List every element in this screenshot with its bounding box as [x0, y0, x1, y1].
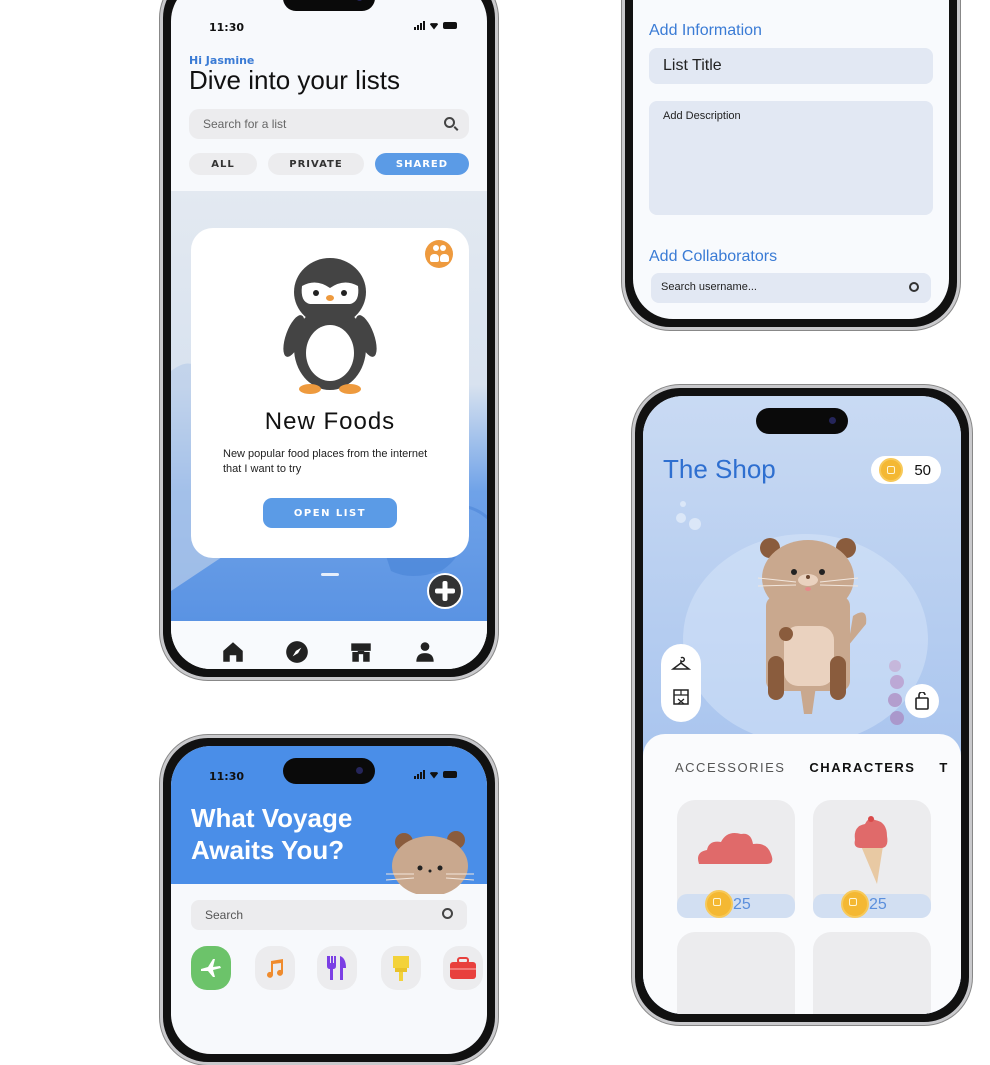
category-art[interactable] — [381, 946, 421, 990]
search-icon[interactable] — [444, 117, 455, 128]
filter-chips: ALL PRIVATE SHARED — [189, 153, 469, 175]
shop-item-cloud[interactable]: 25 — [677, 800, 795, 918]
shop-screen: The Shop 50 ACCESSORIES CHARACTERS T 25 … — [643, 396, 961, 1014]
search-icon[interactable] — [442, 908, 453, 919]
group-icon — [425, 240, 453, 268]
dining-icon — [327, 956, 346, 980]
voyage-title-line1: What Voyage — [191, 803, 353, 833]
list-card[interactable]: New Foods New popular food places from t… — [191, 228, 469, 558]
bottom-nav — [171, 621, 487, 669]
price-tag: 25 — [813, 890, 931, 918]
create-list-screen: Add Information List Title Add Descripti… — [633, 0, 949, 319]
music-icon — [267, 959, 283, 978]
dynamic-island — [756, 408, 848, 434]
signal-icon — [414, 21, 425, 30]
page-indicator — [321, 573, 339, 576]
category-dining[interactable] — [317, 946, 357, 990]
status-bar: 11:30 — [171, 21, 487, 37]
voyage-search-input[interactable]: Search — [191, 900, 467, 930]
signal-icon — [414, 770, 425, 779]
shop-item[interactable] — [813, 932, 931, 1014]
card-description: New popular food places from the interne… — [223, 448, 428, 475]
voyage-title: What Voyage Awaits You? — [191, 802, 352, 866]
otter-head — [386, 831, 475, 894]
otter-mascot — [757, 538, 867, 714]
coin-icon — [841, 890, 869, 918]
username-placeholder: Search username... — [661, 281, 757, 293]
home-icon[interactable] — [220, 639, 246, 665]
coin-icon — [705, 890, 733, 918]
open-list-button[interactable]: OPEN LIST — [263, 498, 397, 528]
shopping-bag-button[interactable] — [905, 684, 939, 718]
shop-item[interactable] — [677, 932, 795, 1014]
coin-icon — [879, 458, 903, 482]
store-icon[interactable] — [348, 639, 374, 665]
phone-create-list: Add Information List Title Add Descripti… — [622, 0, 960, 330]
status-bar: 11:30 — [171, 770, 487, 786]
filter-private[interactable]: PRIVATE — [268, 153, 364, 175]
category-music[interactable] — [255, 946, 295, 990]
wifi-icon — [429, 23, 439, 30]
phone-shop: The Shop 50 ACCESSORIES CHARACTERS T 25 … — [632, 385, 972, 1025]
username-search-input[interactable]: Search username... — [651, 273, 931, 303]
price-tag: 25 — [677, 890, 795, 918]
add-list-button[interactable] — [427, 573, 463, 609]
hanger-icon[interactable] — [671, 656, 691, 672]
airplane-icon — [201, 959, 221, 977]
status-time: 11:30 — [209, 770, 245, 783]
search-icon[interactable] — [909, 282, 919, 292]
lists-screen: 11:30 Hi Jasmine Dive into your lists Se… — [171, 0, 487, 669]
shop-panel: ACCESSORIES CHARACTERS T 25 25 — [643, 734, 961, 1014]
bubbles-decoration — [676, 501, 701, 530]
wifi-icon — [429, 772, 439, 779]
penguin-mascot — [283, 258, 377, 394]
card-title: New Foods — [264, 408, 396, 435]
description-input[interactable]: Add Description — [649, 101, 933, 215]
shop-tabs: ACCESSORIES CHARACTERS T — [675, 760, 949, 775]
add-collaborators-heading: Add Collaborators — [649, 248, 778, 265]
status-time: 11:30 — [209, 21, 245, 34]
compass-icon[interactable] — [284, 639, 310, 665]
filter-shared[interactable]: SHARED — [375, 153, 469, 175]
page-title: Dive into your lists — [189, 65, 400, 95]
coin-balance: 50 — [871, 456, 941, 484]
category-travel[interactable] — [191, 946, 231, 990]
battery-icon — [443, 22, 457, 29]
item-price: 25 — [869, 896, 887, 913]
voyage-screen: 11:30 What Voyage Awaits You? Search — [171, 746, 487, 1054]
filter-all[interactable]: ALL — [189, 153, 257, 175]
category-work[interactable] — [443, 946, 483, 990]
shop-item-ice-cream[interactable]: 25 — [813, 800, 931, 918]
paintbrush-icon — [393, 956, 409, 981]
search-placeholder: Search for a list — [203, 117, 287, 131]
phone-lists: 11:30 Hi Jasmine Dive into your lists Se… — [160, 0, 498, 680]
user-icon[interactable] — [412, 639, 438, 665]
add-information-heading: Add Information — [649, 22, 762, 39]
phone-voyage: 11:30 What Voyage Awaits You? Search — [160, 735, 498, 1065]
tab-characters[interactable]: CHARACTERS — [809, 760, 915, 775]
shopping-bag-icon — [915, 692, 929, 710]
search-placeholder: Search — [205, 908, 244, 922]
tab-third[interactable]: T — [939, 760, 948, 775]
item-price: 25 — [733, 896, 751, 913]
side-menu — [661, 644, 701, 722]
coin-balance-value: 50 — [914, 461, 931, 479]
cloud-icon — [698, 833, 773, 864]
ice-cream-icon — [854, 816, 888, 884]
tab-accessories[interactable]: ACCESSORIES — [675, 760, 785, 775]
battery-icon — [443, 771, 457, 778]
dynamic-island — [283, 0, 375, 11]
storefront-icon[interactable] — [672, 688, 690, 706]
briefcase-icon — [450, 957, 476, 979]
voyage-title-line2: Awaits You? — [191, 835, 345, 865]
list-title-input[interactable]: List Title — [649, 48, 933, 84]
list-search-input[interactable]: Search for a list — [189, 109, 469, 139]
shop-title: The Shop — [663, 454, 776, 484]
